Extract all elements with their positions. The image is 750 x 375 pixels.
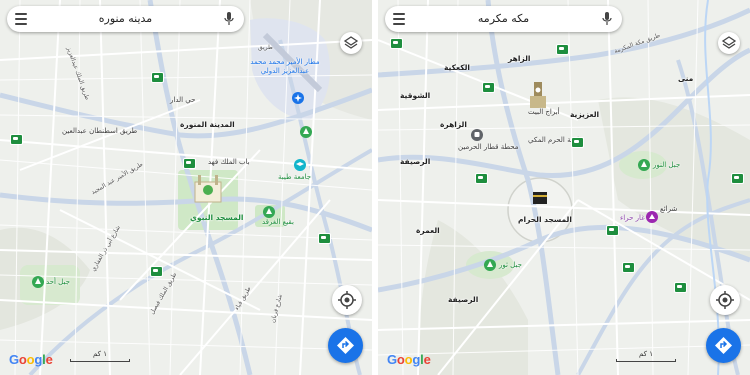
- district-label-sharaie[interactable]: شرائع: [660, 205, 677, 213]
- district-label-shawqiya[interactable]: الشوقية: [400, 91, 430, 100]
- uhud-label[interactable]: جبل أحد: [46, 278, 70, 286]
- highway-shield: [10, 134, 23, 145]
- google-logo: Google: [387, 352, 431, 367]
- highway-shield: [390, 38, 403, 49]
- layers-button[interactable]: [340, 32, 362, 54]
- map-canvas-makkah[interactable]: [378, 0, 750, 375]
- search-bar[interactable]: مكه مكرمه: [385, 6, 622, 32]
- menu-icon[interactable]: [15, 13, 27, 25]
- directions-icon: [337, 337, 354, 354]
- scale-label: ١ كم: [639, 350, 653, 358]
- highway-shield: [674, 282, 687, 293]
- map-panel-madinah[interactable]: مطار الأمير محمد محمد عبدالعزيز الدولي ط…: [0, 0, 372, 375]
- district-label-rusaifa[interactable]: الرصيفة: [400, 157, 430, 166]
- highway-shield: [622, 262, 635, 273]
- layers-icon: [343, 36, 359, 49]
- highway-shield: [318, 233, 331, 244]
- directions-button[interactable]: [328, 328, 363, 363]
- city-label-madinah[interactable]: المدينة المنورة: [180, 120, 235, 129]
- highway-shield: [571, 137, 584, 148]
- jabal-thawr-label[interactable]: جبل ثور: [499, 261, 522, 269]
- highway-shield: [151, 72, 164, 83]
- ghar-hira-label[interactable]: غار حراء: [620, 214, 645, 222]
- airport-label[interactable]: مطار الأمير محمد محمد عبدالعزيز الدولي: [250, 58, 320, 76]
- district-label-umrah[interactable]: العمرة: [416, 226, 440, 235]
- highway-shield: [150, 266, 163, 277]
- highway-shield: [183, 158, 196, 169]
- my-location-button[interactable]: [710, 285, 740, 315]
- park-pin-icon[interactable]: [300, 126, 312, 138]
- park-pin-icon[interactable]: [263, 206, 275, 218]
- directions-button[interactable]: [706, 328, 741, 363]
- taibah-university-label[interactable]: جامعة طيبة: [278, 173, 311, 181]
- scale-bar: ١ كم: [616, 350, 676, 362]
- google-logo: Google: [9, 352, 53, 367]
- park-pin-icon[interactable]: [638, 159, 650, 171]
- park-pin-icon[interactable]: [32, 276, 44, 288]
- highway-shield: [606, 225, 619, 236]
- menu-icon[interactable]: [393, 13, 405, 25]
- my-location-icon: [338, 291, 356, 309]
- district-label-kakiya[interactable]: الكعكية: [444, 63, 470, 72]
- gate-label[interactable]: باب الملك فهد: [208, 158, 250, 166]
- nabawi-label[interactable]: المسجد النبوي: [190, 213, 243, 222]
- jabal-nour-label[interactable]: جبل النور: [653, 161, 680, 169]
- landmark-icon[interactable]: [646, 211, 658, 223]
- search-bar[interactable]: مدينه منوره: [7, 6, 244, 32]
- district-label-hay-aldar: حي الدار: [170, 96, 196, 104]
- road-label-tariq: طريق: [258, 44, 273, 51]
- directions-icon: [715, 337, 732, 354]
- scale-bar: ١ كم: [70, 350, 130, 362]
- highway-shield: [475, 173, 488, 184]
- district-label-rusaifa-south[interactable]: الرصيفة: [448, 295, 478, 304]
- landmark-label-abraj[interactable]: أبراج البيت: [528, 108, 560, 116]
- layers-button[interactable]: [718, 32, 740, 54]
- park-pin-icon[interactable]: [484, 259, 496, 271]
- station-label[interactable]: محطة قطار الحرمين: [458, 143, 518, 151]
- highway-shield: [731, 173, 744, 184]
- my-location-icon: [716, 291, 734, 309]
- university-icon[interactable]: [294, 159, 306, 171]
- station-icon[interactable]: [471, 129, 483, 141]
- search-query[interactable]: مكه مكرمه: [415, 6, 592, 32]
- my-location-button[interactable]: [332, 285, 362, 315]
- district-label-zahra[interactable]: الزاهرة: [440, 120, 467, 129]
- map-canvas-madinah[interactable]: [0, 0, 372, 375]
- layers-icon: [721, 36, 737, 49]
- district-label-hejra[interactable]: العزيزية: [570, 110, 599, 119]
- district-label-zaher[interactable]: الزاهر: [508, 54, 531, 63]
- highway-shield: [482, 82, 495, 93]
- road-label-sultan: طريق اسطنطان عبدالعين: [62, 127, 138, 135]
- map-panel-makkah[interactable]: طريق مكة المكرمة الزاهر الكعكية الشوقية …: [378, 0, 750, 375]
- highway-shield: [556, 44, 569, 55]
- district-label-mina[interactable]: منى: [678, 74, 693, 83]
- search-query[interactable]: مدينه منوره: [37, 6, 214, 32]
- baqi-label[interactable]: بقيع الغرقد: [262, 218, 294, 226]
- mic-icon[interactable]: [602, 12, 612, 26]
- haram-label[interactable]: المسجد الحرام: [518, 215, 572, 224]
- scale-label: ١ كم: [93, 350, 107, 358]
- airport-icon[interactable]: [292, 92, 304, 104]
- mic-icon[interactable]: [224, 12, 234, 26]
